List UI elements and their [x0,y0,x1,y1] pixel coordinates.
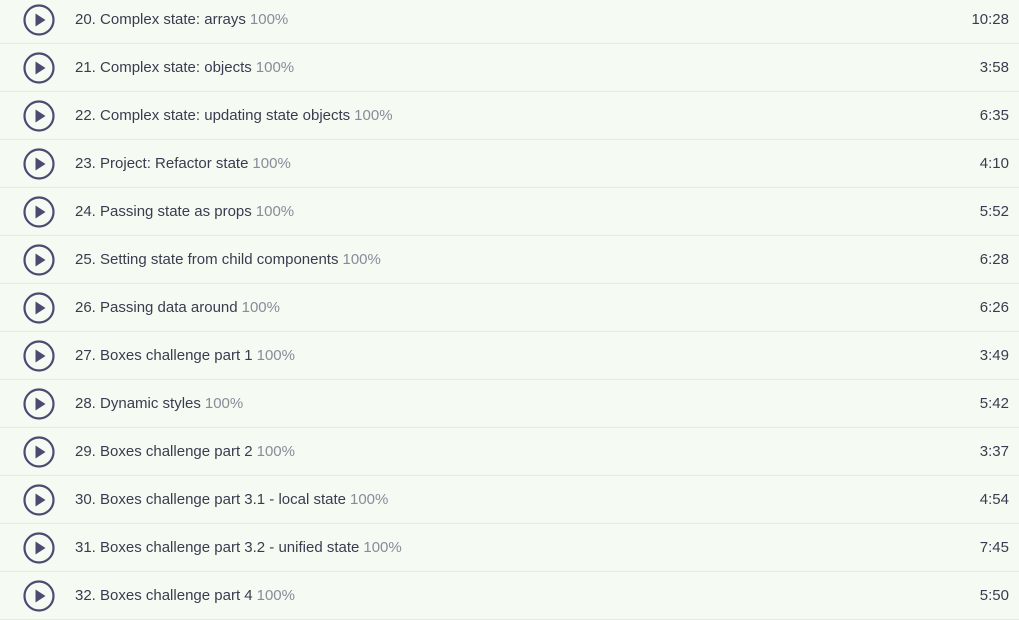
play-circle-icon[interactable] [23,244,55,276]
lesson-title-group: 28. Dynamic styles 100% [75,380,243,428]
lesson-duration: 6:26 [979,299,1009,316]
lesson-row[interactable]: 28. Dynamic styles 100% 5:42 [0,380,1019,428]
lesson-title: 23. Project: Refactor state [75,155,249,172]
lesson-progress: 100% [255,203,295,220]
lesson-progress: 100% [256,347,295,364]
lesson-progress: 100% [350,491,389,508]
lesson-row[interactable]: 20. Complex state: arrays 100% 10:28 [0,0,1019,44]
lesson-row[interactable]: 27. Boxes challenge part 1 100% 3:49 [0,332,1019,380]
lesson-title-group: 27. Boxes challenge part 1 100% [75,332,295,380]
play-circle-icon[interactable] [23,148,55,180]
play-circle-icon[interactable] [23,196,55,228]
lesson-title-group: 31. Boxes challenge part 3.2 - unified s… [75,524,402,572]
play-circle-icon[interactable] [23,100,55,132]
lesson-progress: 100% [249,11,289,28]
lesson-row[interactable]: 25. Setting state from child components 1… [0,236,1019,284]
lesson-duration: 3:58 [979,59,1009,76]
lesson-title-group: 21. Complex state: objects 100% [75,44,294,92]
lesson-title-group: 29. Boxes challenge part 2 100% [75,428,295,476]
lesson-title: 29. Boxes challenge part 2 [75,443,253,460]
lesson-title: 25. Setting state from child components [75,251,339,268]
lesson-title-group: 20. Complex state: arrays 100% [75,0,288,44]
lesson-title: 22. Complex state: updating state object… [75,107,351,124]
lesson-title: 30. Boxes challenge part 3.1 - local sta… [75,491,346,508]
lesson-progress: 100% [342,251,381,268]
lesson-duration: 7:45 [979,539,1009,556]
lesson-title-group: 23. Project: Refactor state 100% [75,140,291,188]
lesson-title: 20. Complex state: arrays [75,11,246,28]
lesson-duration: 10:28 [971,11,1009,28]
play-circle-icon[interactable] [23,436,55,468]
play-circle-icon[interactable] [23,580,55,612]
lesson-title: 32. Boxes challenge part 4 [75,587,253,604]
lesson-title: 27. Boxes challenge part 1 [75,347,253,364]
lesson-duration: 5:42 [979,395,1009,412]
lesson-duration: 4:10 [979,155,1009,172]
lesson-duration: 6:35 [979,107,1009,124]
lesson-progress: 100% [241,299,280,316]
lesson-progress: 100% [204,395,244,412]
play-circle-icon[interactable] [23,52,55,84]
lesson-row[interactable]: 22. Complex state: updating state object… [0,92,1019,140]
lesson-duration: 5:52 [979,203,1009,220]
play-circle-icon[interactable] [23,292,55,324]
lesson-title: 21. Complex state: objects [75,59,252,76]
play-circle-icon[interactable] [23,532,55,564]
lesson-row[interactable]: 26. Passing data around 100% 6:26 [0,284,1019,332]
lesson-row[interactable]: 29. Boxes challenge part 2 100% 3:37 [0,428,1019,476]
lesson-title-group: 25. Setting state from child components 1… [75,236,381,284]
play-circle-icon[interactable] [23,484,55,516]
lesson-progress: 100% [363,539,402,556]
lesson-row[interactable]: 23. Project: Refactor state 100% 4:10 [0,140,1019,188]
lesson-duration: 3:37 [979,443,1009,460]
lesson-progress: 100% [354,107,393,124]
lesson-title: 26. Passing data around [75,299,238,316]
lesson-row[interactable]: 31. Boxes challenge part 3.2 - unified s… [0,524,1019,572]
lesson-progress: 100% [256,587,295,604]
lesson-title: 24. Passing state as props [75,203,252,220]
lesson-duration: 6:28 [979,251,1009,268]
lesson-progress: 100% [255,59,295,76]
lesson-progress: 100% [252,155,291,172]
lesson-progress: 100% [256,443,295,460]
lesson-list: 20. Complex state: arrays 100% 10:28 21. … [0,0,1019,620]
lesson-title: 31. Boxes challenge part 3.2 - unified s… [75,539,360,556]
play-circle-icon[interactable] [23,388,55,420]
lesson-row[interactable]: 21. Complex state: objects 100% 3:58 [0,44,1019,92]
lesson-title-group: 26. Passing data around 100% [75,284,280,332]
lesson-title-group: 22. Complex state: updating state object… [75,92,393,140]
lesson-row[interactable]: 30. Boxes challenge part 3.1 - local sta… [0,476,1019,524]
lesson-duration: 3:49 [979,347,1009,364]
play-circle-icon[interactable] [23,340,55,372]
lesson-title-group: 30. Boxes challenge part 3.1 - local sta… [75,476,388,524]
lesson-duration: 4:54 [979,491,1009,508]
play-circle-icon[interactable] [23,4,55,36]
lesson-title: 28. Dynamic styles [75,395,201,412]
lesson-title-group: 24. Passing state as props 100% [75,188,294,236]
lesson-row[interactable]: 24. Passing state as props 100% 5:52 [0,188,1019,236]
